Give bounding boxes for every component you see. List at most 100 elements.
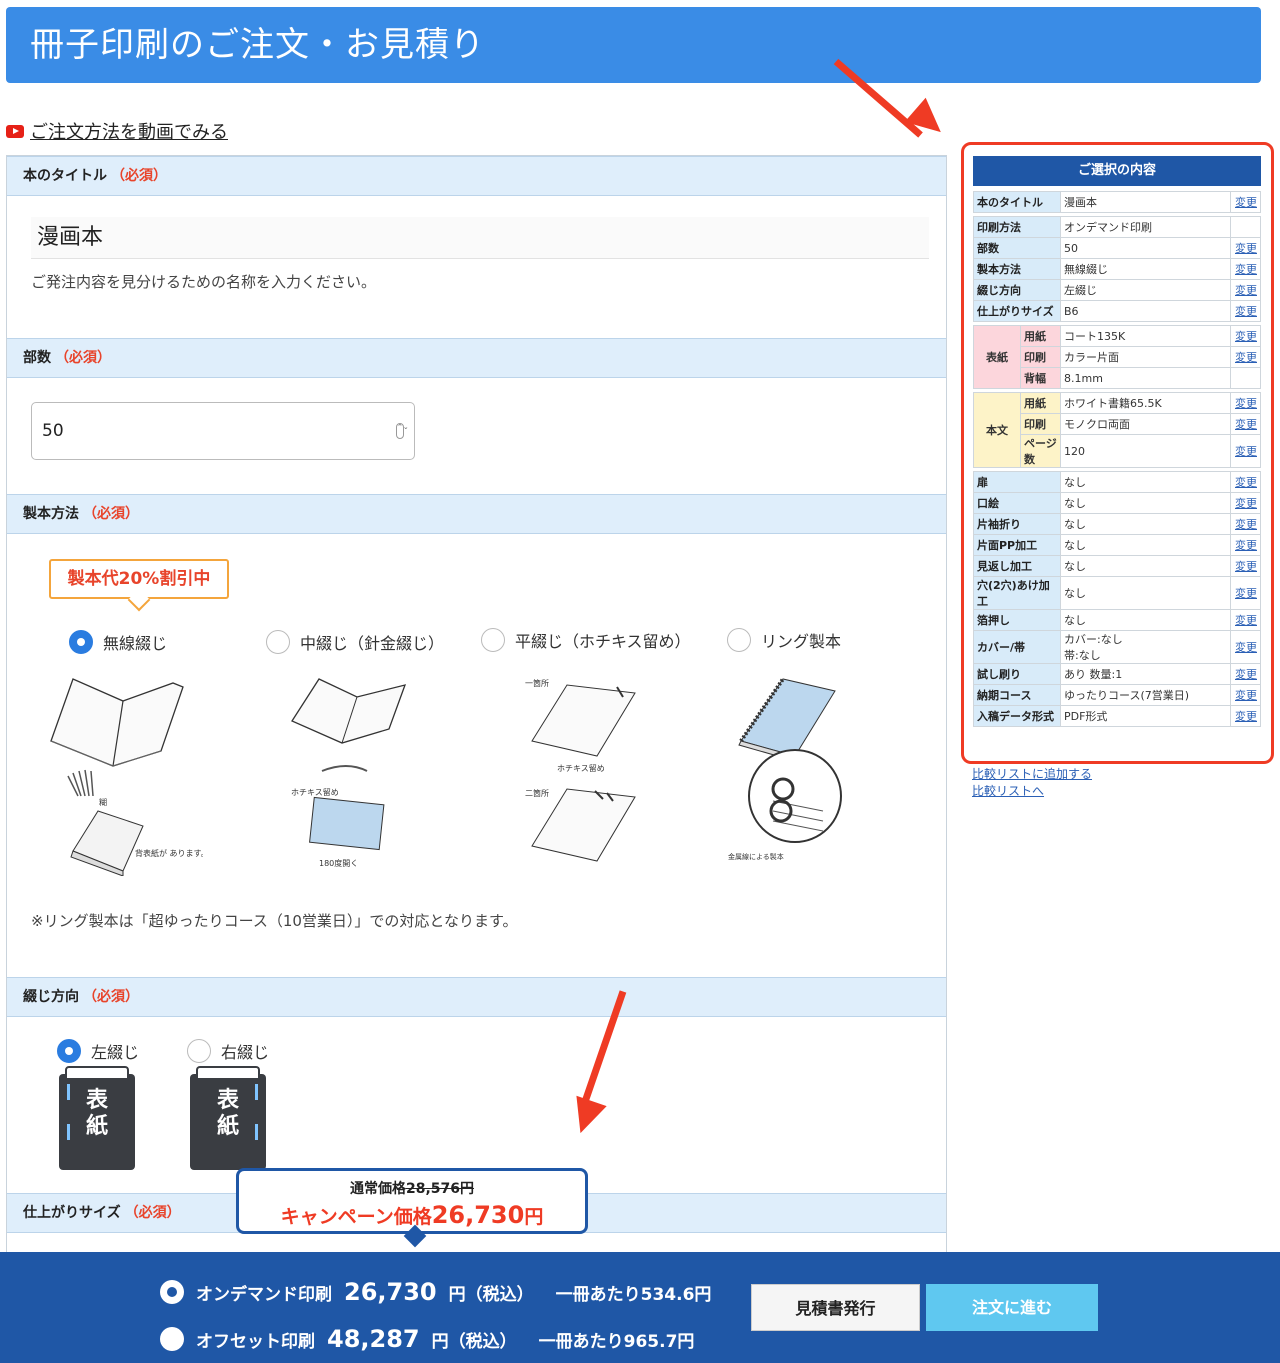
summary-row: 本文 用紙 ホワイト書籍65.5K 変更 <box>973 392 1261 468</box>
video-guide-label: ご注文方法を動画でみる <box>30 122 228 143</box>
summary-value: 漫画本 <box>1060 191 1231 213</box>
radio[interactable] <box>187 1039 211 1063</box>
option-label: リング製本 <box>761 632 842 651</box>
summary-key: 片袖折り <box>973 513 1061 535</box>
summary-value: なし <box>1060 471 1231 493</box>
change-link[interactable]: 変更 <box>1230 191 1261 213</box>
change-link[interactable]: 変更 <box>1230 300 1261 322</box>
change-link[interactable]: 変更 <box>1230 576 1261 610</box>
summary-value: あり 数量:1 <box>1060 663 1231 685</box>
summary-value: B6 <box>1060 300 1231 322</box>
summary-key: 綴じ方向 <box>973 279 1061 301</box>
radio[interactable] <box>160 1327 184 1351</box>
change-link[interactable]: 変更 <box>1230 534 1261 556</box>
summary-key: 口絵 <box>973 492 1061 514</box>
print-method-label: オフセット印刷 <box>196 1331 315 1352</box>
change-link[interactable]: 変更 <box>1230 434 1261 468</box>
normal-price-value: 28,576円 <box>405 1181 475 1197</box>
radio[interactable] <box>481 628 505 652</box>
radio-selected[interactable] <box>160 1280 184 1304</box>
summary-row: 表紙 用紙 コート135K 変更 <box>973 325 1261 389</box>
option-label: 平綴じ（ホチキス留め） <box>515 632 691 651</box>
change-link[interactable]: 変更 <box>1230 630 1261 664</box>
required-mark: （必須） <box>83 989 139 1005</box>
direction-option-right[interactable]: 右綴じ <box>187 1039 269 1063</box>
summary-key: 片面PP加工 <box>973 534 1061 556</box>
radio-selected[interactable] <box>57 1039 81 1063</box>
print-method-label: オンデマンド印刷 <box>196 1284 332 1305</box>
spine-mark <box>255 1084 258 1100</box>
change-link[interactable]: 変更 <box>1230 237 1261 259</box>
video-guide-link[interactable]: ご注文方法を動画でみる <box>6 118 228 144</box>
summary-key: 製本方法 <box>973 258 1061 280</box>
saddle-stitch-illustration: ホチキス留め 180度開く <box>291 678 407 868</box>
required-mark: （必須） <box>111 168 167 184</box>
section-label: 製本方法 <box>23 506 79 522</box>
change-link[interactable]: 変更 <box>1230 392 1261 414</box>
change-link[interactable]: 変更 <box>1230 413 1261 435</box>
price-option-offset[interactable]: オフセット印刷 48,287 円（税込） 一冊あたり965.7円 <box>160 1325 694 1353</box>
summary-value: なし <box>1060 609 1231 631</box>
summary-row: 仕上がりサイズ B6 変更 <box>973 300 1261 322</box>
binding-option-ring[interactable]: リング製本 <box>727 628 841 652</box>
left-bind-book-icon: 表紙 <box>59 1066 135 1170</box>
change-link[interactable]: 変更 <box>1230 346 1261 368</box>
summary-key: 背幅 <box>1020 367 1061 389</box>
summary-value: なし <box>1060 492 1231 514</box>
summary-value: なし <box>1060 555 1231 577</box>
issue-quote-button[interactable]: 見積書発行 <box>751 1284 920 1331</box>
radio-selected[interactable] <box>69 630 93 654</box>
radio[interactable] <box>266 630 290 654</box>
book-cover-text: 表紙 <box>85 1088 108 1139</box>
price-option-ondemand[interactable]: オンデマンド印刷 26,730 円（税込） 一冊あたり534.6円 <box>160 1278 711 1306</box>
change-link[interactable]: 変更 <box>1230 684 1261 706</box>
summary-key: 扉 <box>973 471 1061 493</box>
campaign-price-unit: 円 <box>524 1206 544 1228</box>
change-link[interactable]: 変更 <box>1230 471 1261 493</box>
quantity-input[interactable]: 50 ⌃⌄ <box>31 402 415 460</box>
change-link[interactable]: 変更 <box>1230 258 1261 280</box>
normal-price: 通常価格28,576円 <box>239 1178 585 1198</box>
change-link[interactable]: 変更 <box>1230 663 1261 685</box>
summary-value: 50 <box>1060 237 1231 259</box>
title-input[interactable]: 漫画本 <box>31 217 929 259</box>
change-link[interactable]: 変更 <box>1230 325 1261 347</box>
change-link[interactable]: 変更 <box>1230 609 1261 631</box>
add-to-compare-link[interactable]: 比較リストに追加する <box>972 766 1092 783</box>
price-amount: 48,287 <box>327 1325 420 1353</box>
spinner-icon[interactable]: ⌃⌄ <box>396 423 409 439</box>
ring-binding-note: ※リング製本は「超ゆったりコース（10営業日）」での対応となります。 <box>31 912 518 930</box>
page-header: 冊子印刷のご注文・お見積り <box>6 7 1261 83</box>
change-link[interactable]: 変更 <box>1230 705 1261 727</box>
summary-key: 印刷方法 <box>973 216 1061 238</box>
go-to-compare-link[interactable]: 比較リストへ <box>972 783 1092 800</box>
change-link[interactable]: 変更 <box>1230 279 1261 301</box>
summary-value: ホワイト書籍65.5K <box>1060 392 1231 414</box>
radio[interactable] <box>727 628 751 652</box>
per-copy-price: 一冊あたり965.7円 <box>538 1331 695 1352</box>
spine-label: 背表紙が あります。 <box>135 848 203 858</box>
change-link[interactable]: 変更 <box>1230 513 1261 535</box>
price-unit: 円（税込） <box>431 1331 517 1352</box>
price-bubble: 通常価格28,576円 キャンペーン価格26,730円 <box>236 1168 588 1234</box>
quantity-value: 50 <box>42 421 64 441</box>
section-head-binding: 製本方法 （必須） <box>7 494 946 534</box>
direction-option-left[interactable]: 左綴じ <box>57 1039 139 1063</box>
binding-option-perfect[interactable]: 無線綴じ <box>69 630 167 654</box>
one-place-label: 一箇所 <box>525 678 549 688</box>
summary-value: 無線綴じ <box>1060 258 1231 280</box>
binding-option-saddle[interactable]: 中綴じ（針金綴じ） <box>266 630 444 654</box>
summary-value: なし <box>1060 576 1231 610</box>
summary-value: PDF形式 <box>1060 705 1231 727</box>
summary-row: 口絵 なし 変更 <box>973 492 1261 514</box>
binding-option-flat[interactable]: 平綴じ（ホチキス留め） <box>481 628 691 652</box>
change-link[interactable]: 変更 <box>1230 492 1261 514</box>
summary-key: 入稿データ形式 <box>973 705 1061 727</box>
summary-key: 本のタイトル <box>973 191 1061 213</box>
summary-value: 左綴じ <box>1060 279 1231 301</box>
price-amount: 26,730 <box>344 1278 437 1306</box>
summary-row: 片面PP加工 なし 変更 <box>973 534 1261 556</box>
change-link[interactable]: 変更 <box>1230 555 1261 577</box>
ring-wire-label: 金属線による製本 <box>728 852 784 861</box>
proceed-order-button[interactable]: 注文に進む <box>926 1284 1098 1331</box>
